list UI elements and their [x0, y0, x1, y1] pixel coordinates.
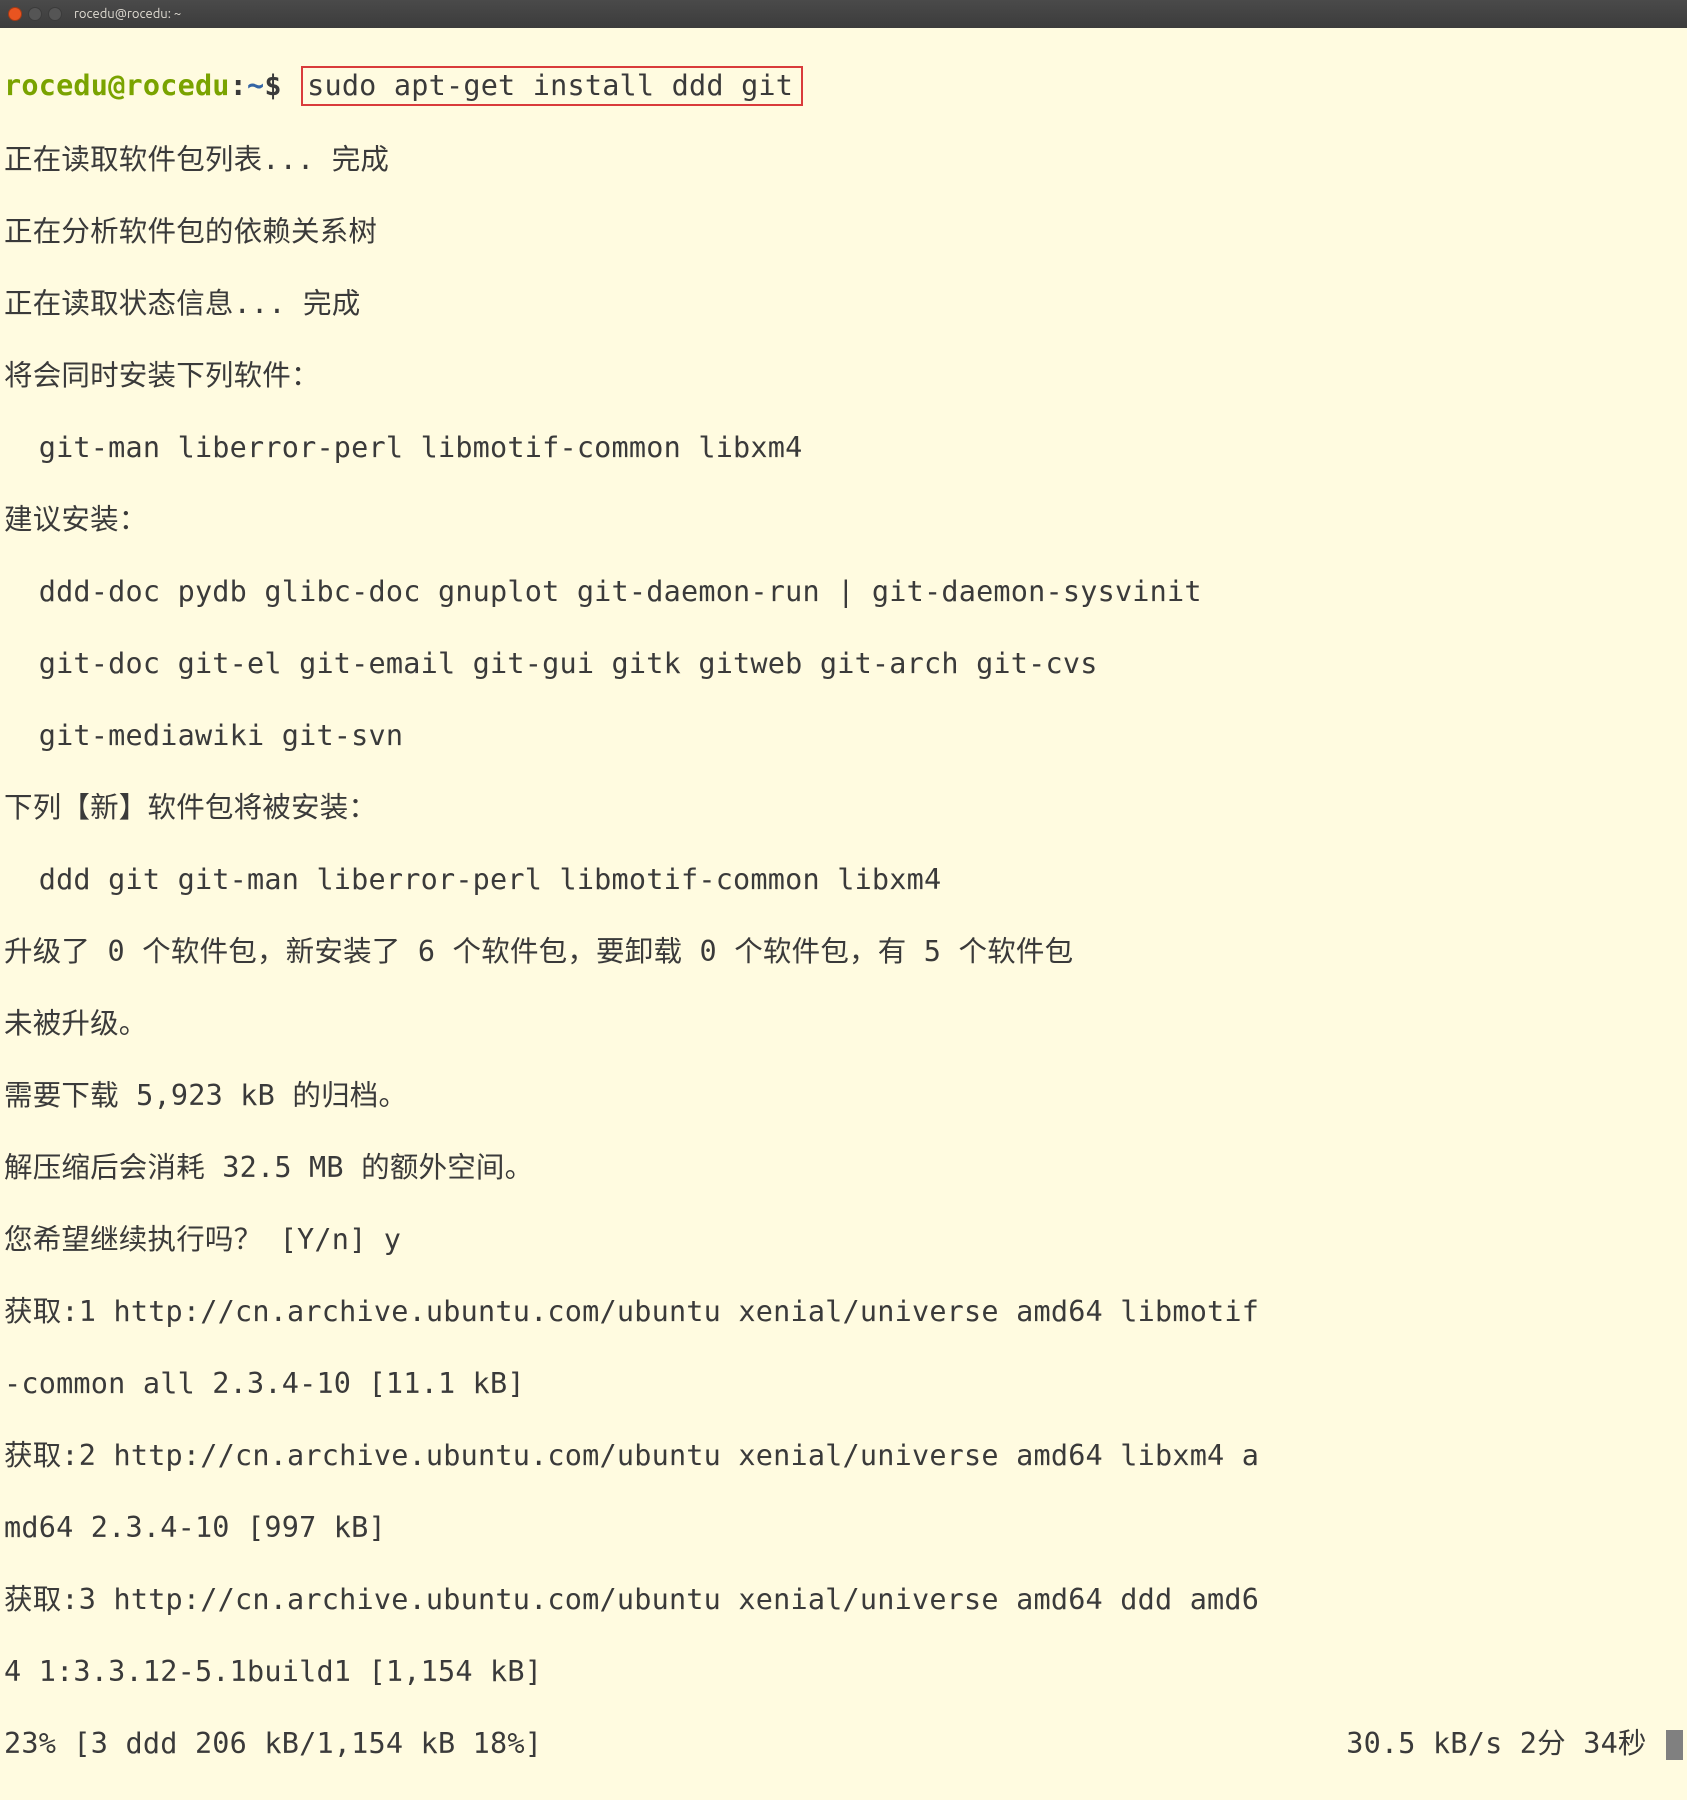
- output-line: 未被升级。: [4, 1006, 1683, 1042]
- output-line: 正在读取状态信息... 完成: [4, 286, 1683, 322]
- output-line: git-doc git-el git-email git-gui gitk gi…: [4, 646, 1683, 682]
- output-line: 下列【新】软件包将被安装：: [4, 790, 1683, 826]
- output-line: git-man liberror-perl libmotif-common li…: [4, 430, 1683, 466]
- output-line: 获取:3 http://cn.archive.ubuntu.com/ubuntu…: [4, 1582, 1683, 1618]
- output-line: 正在分析软件包的依赖关系树: [4, 214, 1683, 250]
- output-line: ddd git git-man liberror-perl libmotif-c…: [4, 862, 1683, 898]
- output-line: git-mediawiki git-svn: [4, 718, 1683, 754]
- prompt-dollar: $: [264, 69, 281, 102]
- output-line: 将会同时安装下列软件：: [4, 358, 1683, 394]
- output-line: ddd-doc pydb glibc-doc gnuplot git-daemo…: [4, 574, 1683, 610]
- terminal-output[interactable]: rocedu@rocedu:~$ sudo apt-get install dd…: [0, 28, 1687, 1800]
- output-line: 获取:1 http://cn.archive.ubuntu.com/ubuntu…: [4, 1294, 1683, 1330]
- progress-status-left: 23% [3 ddd 206 kB/1,154 kB 18%]: [4, 1726, 542, 1762]
- window-titlebar: rocedu@rocedu: ~: [0, 0, 1687, 28]
- output-line: 升级了 0 个软件包，新安装了 6 个软件包，要卸载 0 个软件包，有 5 个软…: [4, 934, 1683, 970]
- prompt-user-host: rocedu@rocedu: [4, 69, 230, 102]
- output-line: 正在读取软件包列表... 完成: [4, 142, 1683, 178]
- prompt-colon: :: [230, 69, 247, 102]
- output-line: 建议安装：: [4, 502, 1683, 538]
- close-icon[interactable]: [8, 7, 22, 21]
- output-line: md64 2.3.4-10 [997 kB]: [4, 1510, 1683, 1546]
- prompt-path: ~: [247, 69, 264, 102]
- cursor-icon: [1666, 1730, 1683, 1760]
- output-line: 获取:2 http://cn.archive.ubuntu.com/ubuntu…: [4, 1438, 1683, 1474]
- minimize-icon[interactable]: [28, 7, 42, 21]
- output-line: -common all 2.3.4-10 [11.1 kB]: [4, 1366, 1683, 1402]
- download-status-line: 23% [3 ddd 206 kB/1,154 kB 18%] 30.5 kB/s…: [4, 1726, 1683, 1762]
- download-speed-eta: 30.5 kB/s 2分 34秒: [1346, 1727, 1646, 1760]
- output-line: 解压缩后会消耗 32.5 MB 的额外空间。: [4, 1150, 1683, 1186]
- output-line: 您希望继续执行吗？ [Y/n] y: [4, 1222, 1683, 1258]
- window-title: rocedu@rocedu: ~: [74, 7, 181, 21]
- prompt-line: rocedu@rocedu:~$ sudo apt-get install dd…: [4, 66, 1683, 106]
- command-highlight: sudo apt-get install ddd git: [301, 66, 803, 106]
- output-line: 4 1:3.3.12-5.1build1 [1,154 kB]: [4, 1654, 1683, 1690]
- progress-status-right: 30.5 kB/s 2分 34秒: [1346, 1726, 1683, 1762]
- window-controls: [8, 7, 62, 21]
- maximize-icon[interactable]: [48, 7, 62, 21]
- output-line: 需要下载 5,923 kB 的归档。: [4, 1078, 1683, 1114]
